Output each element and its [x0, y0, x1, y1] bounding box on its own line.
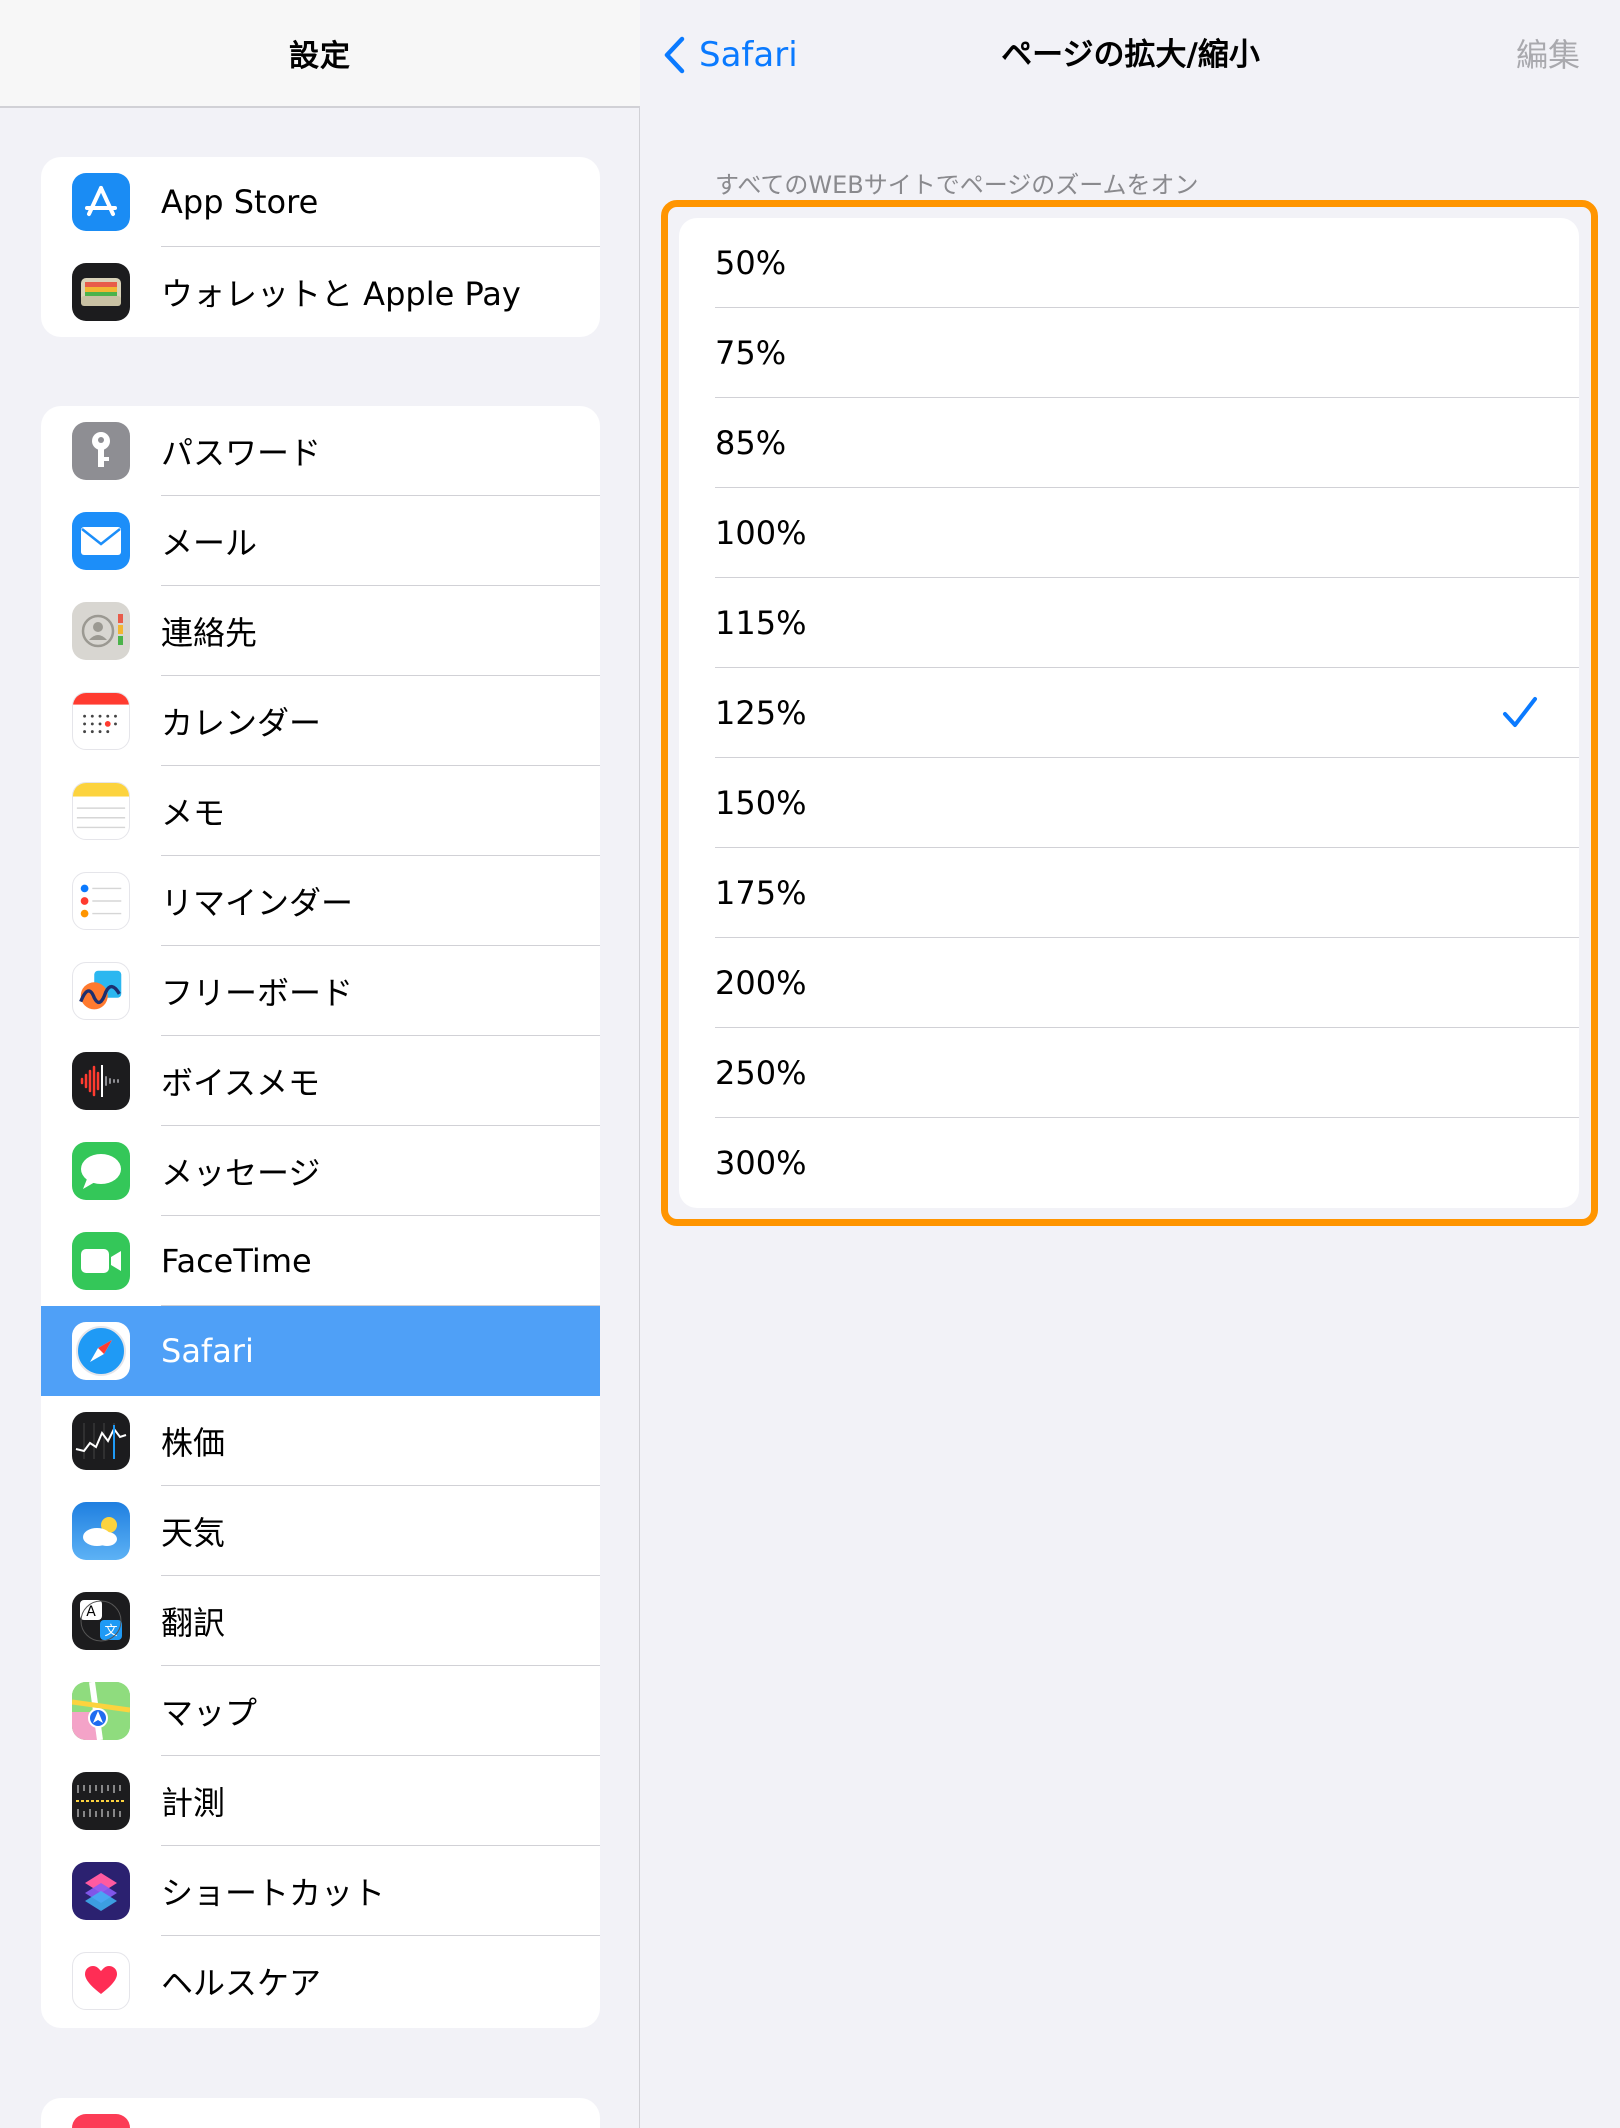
- sidebar-item-label: リマインダー: [161, 884, 354, 922]
- zoom-option-115[interactable]: 115%: [679, 578, 1579, 668]
- zoom-option-label: 200%: [715, 964, 807, 1002]
- sidebar-item-label: 連絡先: [161, 614, 258, 652]
- sidebar-item-label: マップ: [161, 1694, 258, 1732]
- zoom-option-label: 300%: [715, 1144, 807, 1182]
- zoom-option-175[interactable]: 175%: [679, 848, 1579, 938]
- sidebar-item-label: FaceTime: [161, 1242, 312, 1280]
- notes-icon: [72, 782, 130, 840]
- edit-button[interactable]: 編集: [1516, 30, 1580, 80]
- sidebar-item-label: ウォレットと Apple Pay: [161, 275, 521, 313]
- zoom-option-label: 175%: [715, 874, 807, 912]
- sidebar-item-stocks[interactable]: 株価: [41, 1396, 600, 1486]
- sidebar-item-weather[interactable]: 天気: [41, 1486, 600, 1576]
- sidebar-group-store: App Store ウォレットと Apple Pay: [41, 157, 600, 337]
- sidebar-item-app-store[interactable]: App Store: [41, 157, 600, 247]
- sidebar-item-maps[interactable]: マップ: [41, 1666, 600, 1756]
- sidebar-item-label: App Store: [161, 183, 319, 221]
- sidebar-item-music[interactable]: [41, 2098, 600, 2128]
- zoom-option-label: 50%: [715, 244, 787, 282]
- freeform-icon: [72, 962, 130, 1020]
- sidebar-item-wallet[interactable]: ウォレットと Apple Pay: [41, 247, 600, 337]
- shortcuts-icon: [72, 1862, 130, 1920]
- zoom-option-75[interactable]: 75%: [679, 308, 1579, 398]
- sidebar-item-health[interactable]: ヘルスケア: [41, 1936, 600, 2026]
- sidebar-item-voice-memos[interactable]: ボイスメモ: [41, 1036, 600, 1126]
- zoom-option-85[interactable]: 85%: [679, 398, 1579, 488]
- music-icon: [72, 2114, 130, 2128]
- sidebar-group-media: [41, 2098, 600, 2128]
- zoom-option-50[interactable]: 50%: [679, 218, 1579, 308]
- sidebar-item-label: Safari: [161, 1332, 254, 1370]
- sidebar-item-label: 株価: [161, 1424, 226, 1462]
- sidebar: 設定 App Store ウォレットと Apple Pay パスワード メール …: [0, 0, 640, 2128]
- sidebar-title: 設定: [0, 0, 640, 108]
- zoom-option-150[interactable]: 150%: [679, 758, 1579, 848]
- calendar-icon: [72, 692, 130, 750]
- maps-icon: [72, 1682, 130, 1740]
- sidebar-item-safari[interactable]: Safari: [41, 1306, 600, 1396]
- sidebar-group-apps: パスワード メール 連絡先 カレンダー メモ リマインダー フリーボード ボイス…: [41, 406, 600, 2028]
- zoom-option-250[interactable]: 250%: [679, 1028, 1579, 1118]
- health-icon: [72, 1952, 130, 2010]
- zoom-option-label: 125%: [715, 694, 807, 732]
- safari-icon: [72, 1322, 130, 1380]
- voice-memos-icon: [72, 1052, 130, 1110]
- zoom-option-label: 85%: [715, 424, 787, 462]
- sidebar-item-label: フリーボード: [161, 974, 354, 1012]
- zoom-option-100[interactable]: 100%: [679, 488, 1579, 578]
- svg-text:文: 文: [104, 1624, 117, 1639]
- sidebar-item-measure[interactable]: 計測: [41, 1756, 600, 1846]
- sidebar-item-contacts[interactable]: 連絡先: [41, 586, 600, 676]
- zoom-option-label: 250%: [715, 1054, 807, 1092]
- sidebar-item-label: メッセージ: [161, 1154, 321, 1192]
- mail-icon: [72, 512, 130, 570]
- sidebar-item-freeform[interactable]: フリーボード: [41, 946, 600, 1036]
- weather-icon: [72, 1502, 130, 1560]
- zoom-option-label: 75%: [715, 334, 787, 372]
- sidebar-item-label: パスワード: [161, 434, 322, 472]
- sidebar-item-reminders[interactable]: リマインダー: [41, 856, 600, 946]
- zoom-option-300[interactable]: 300%: [679, 1118, 1579, 1208]
- sidebar-item-label: ボイスメモ: [161, 1064, 321, 1102]
- detail-panel: Safari ページの拡大/縮小 編集 すべてのWEBサイトでページのズームをオ…: [641, 0, 1620, 2128]
- reminders-icon: [72, 872, 130, 930]
- app-store-icon: [72, 173, 130, 231]
- page-title: ページの拡大/縮小: [1001, 37, 1260, 73]
- facetime-icon: [72, 1232, 130, 1290]
- sidebar-item-calendar[interactable]: カレンダー: [41, 676, 600, 766]
- translate-icon: A文: [72, 1592, 130, 1650]
- sidebar-item-translate[interactable]: A文 翻訳: [41, 1576, 600, 1666]
- measure-icon: [72, 1772, 130, 1830]
- section-caption: すべてのWEBサイトでページのズームをオン: [715, 171, 1199, 199]
- sidebar-item-label: 翻訳: [161, 1604, 226, 1642]
- wallet-icon: [72, 263, 130, 321]
- navigation-bar: Safari ページの拡大/縮小 編集: [641, 0, 1620, 108]
- key-icon: [72, 422, 130, 480]
- zoom-options-list: 50% 75% 85% 100% 115% 125% 150% 175% 200…: [679, 218, 1579, 1208]
- sidebar-item-label: メール: [161, 524, 258, 562]
- zoom-option-200[interactable]: 200%: [679, 938, 1579, 1028]
- stocks-icon: [72, 1412, 130, 1470]
- contacts-icon: [72, 602, 130, 660]
- sidebar-item-facetime[interactable]: FaceTime: [41, 1216, 600, 1306]
- sidebar-item-label: 計測: [161, 1784, 226, 1822]
- sidebar-item-label: ショートカット: [161, 1874, 386, 1912]
- sidebar-item-label: メモ: [161, 794, 226, 832]
- checkmark-icon: [1503, 697, 1537, 727]
- settings-app: 設定 App Store ウォレットと Apple Pay パスワード メール …: [0, 0, 1620, 2128]
- sidebar-item-label: ヘルスケア: [161, 1964, 322, 2002]
- zoom-option-label: 100%: [715, 514, 807, 552]
- messages-icon: [72, 1142, 130, 1200]
- sidebar-item-shortcuts[interactable]: ショートカット: [41, 1846, 600, 1936]
- sidebar-item-messages[interactable]: メッセージ: [41, 1126, 600, 1216]
- sidebar-item-passwords[interactable]: パスワード: [41, 406, 600, 496]
- sidebar-item-label: 天気: [161, 1514, 226, 1552]
- zoom-option-label: 150%: [715, 784, 807, 822]
- zoom-option-label: 115%: [715, 604, 807, 642]
- sidebar-item-label: カレンダー: [161, 704, 322, 742]
- zoom-option-125[interactable]: 125%: [679, 668, 1579, 758]
- sidebar-item-notes[interactable]: メモ: [41, 766, 600, 856]
- sidebar-item-mail[interactable]: メール: [41, 496, 600, 586]
